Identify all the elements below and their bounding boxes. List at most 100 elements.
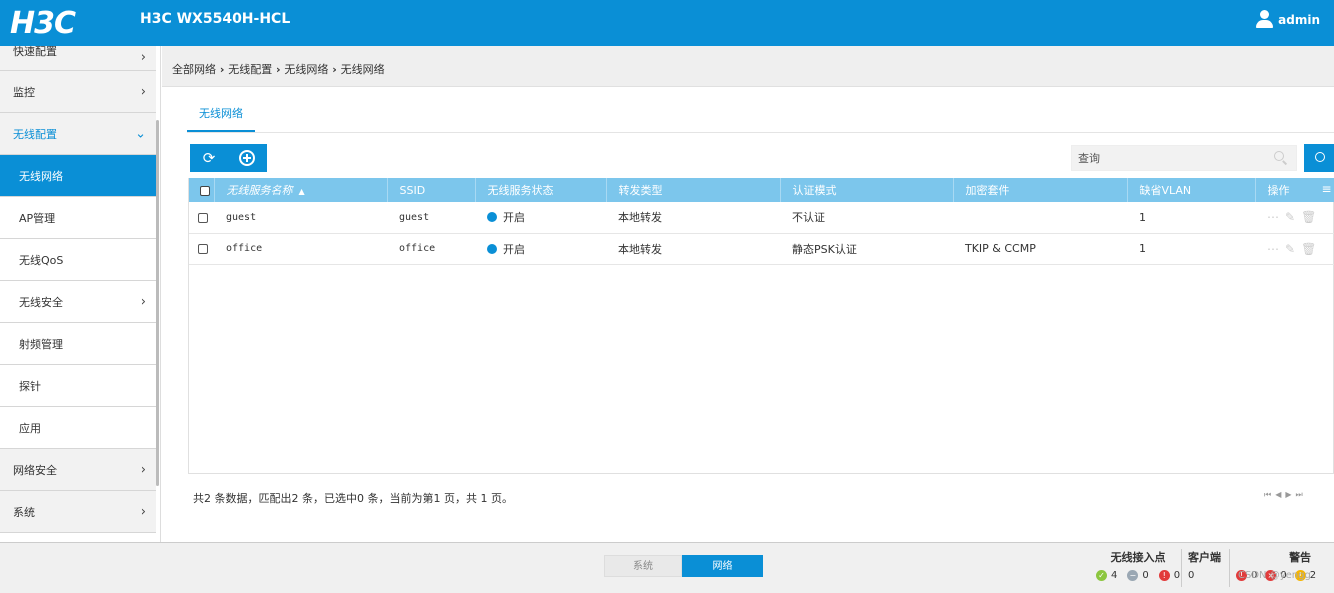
sidebar-item-wireless-config[interactable]: 无线配置 ⌄ xyxy=(0,113,156,155)
watermark: CSDN @yengg xyxy=(1238,570,1311,581)
chevron-right-icon: › xyxy=(140,84,146,99)
status-on-icon xyxy=(487,212,497,223)
more-icon[interactable]: ⋯ xyxy=(1267,210,1285,224)
tab-system-view[interactable]: 系统 xyxy=(604,555,682,577)
cell-auth-mode: 不认证 xyxy=(792,211,825,225)
breadcrumb-item[interactable]: 全部网络 xyxy=(172,63,216,76)
sidebar-item-wireless-qos[interactable]: 无线QoS xyxy=(0,239,156,281)
sidebar-item-wireless-security[interactable]: 无线安全 › xyxy=(0,281,156,323)
cell-forward-type: 本地转发 xyxy=(618,211,662,225)
last-page-icon[interactable]: ⏭ xyxy=(1296,490,1307,499)
chevron-right-icon: › xyxy=(140,50,146,65)
edit-icon[interactable]: ✎ xyxy=(1285,210,1301,224)
delete-icon[interactable]: 🗑 xyxy=(1301,210,1322,224)
sidebar-item-ap-management[interactable]: AP管理 xyxy=(0,197,156,239)
footer-divider xyxy=(1181,549,1182,587)
username: admin xyxy=(1278,13,1320,27)
cell-service-name: guest xyxy=(226,211,257,223)
refresh-icon: ⟳ xyxy=(202,149,216,167)
breadcrumb-current: 无线网络 xyxy=(340,63,385,76)
chevron-right-icon: › xyxy=(140,504,146,519)
ap-online-icon: ✓ xyxy=(1096,570,1107,581)
cell-status: 开启 xyxy=(475,233,606,264)
sidebar-item-wireless-network[interactable]: 无线网络 xyxy=(0,155,156,197)
column-settings-icon[interactable]: ≡ xyxy=(1321,182,1331,196)
table-row[interactable]: guest guest 开启 本地转发 不认证 1 ⋯✎🗑 xyxy=(189,202,1334,233)
alarm-stats-title: 警告 xyxy=(1289,551,1312,564)
table-summary: 共2 条数据，匹配出2 条，已选中0 条，当前为第1 页，共 1 页。 xyxy=(193,492,513,505)
ap-fault-icon: ! xyxy=(1158,570,1170,581)
add-icon xyxy=(239,150,255,166)
cell-ssid: office xyxy=(399,243,436,254)
breadcrumb-item[interactable]: 无线配置 xyxy=(228,63,272,76)
sort-asc-icon: ▲ xyxy=(298,187,305,196)
column-header-auth-mode[interactable]: 认证模式 xyxy=(780,178,954,202)
top-header: H3C H3C WX5540H-HCL admin xyxy=(0,0,1334,46)
search-icon[interactable] xyxy=(1274,151,1288,165)
tab-network-view[interactable]: 网络 xyxy=(682,555,763,577)
status-on-icon xyxy=(487,243,497,254)
column-header-cipher-suite[interactable]: 加密套件 xyxy=(953,178,1128,202)
h3c-logo: H3C xyxy=(10,6,76,41)
chevron-right-icon: › xyxy=(140,462,146,477)
sidebar-item-network-security[interactable]: 网络安全 › xyxy=(0,449,156,491)
select-all-checkbox[interactable] xyxy=(200,185,210,196)
cell-auth-mode: 静态PSK认证 xyxy=(792,242,857,256)
device-title: H3C WX5540H-HCL xyxy=(140,11,291,27)
tab-wireless-network[interactable]: 无线网络 xyxy=(187,93,255,133)
client-stats[interactable]: 客户端 0 xyxy=(1188,549,1221,581)
breadcrumb-item[interactable]: 无线网络 xyxy=(284,63,328,76)
chevron-right-icon: › xyxy=(140,294,146,309)
sidebar-item-system[interactable]: 系统 › xyxy=(0,491,156,533)
table-toolbar: ⟳ xyxy=(190,144,267,172)
sidebar-item-radio-management[interactable]: 射频管理 xyxy=(0,323,156,365)
user-menu[interactable]: admin xyxy=(1255,10,1320,30)
column-header-default-vlan[interactable]: 缺省VLAN xyxy=(1127,178,1256,202)
status-footer: 系统 网络 无线接入点 ✓ 4 −0 ! 0 客户端 0 警告 ! 0 × 0 ! 2 xyxy=(0,542,1334,593)
sidebar-item-monitor[interactable]: 监控 › xyxy=(0,71,156,113)
prev-page-icon[interactable]: ◀ xyxy=(1275,490,1285,499)
sidebar-item-application[interactable]: 应用 xyxy=(0,407,156,449)
row-checkbox[interactable] xyxy=(198,244,208,254)
add-button[interactable] xyxy=(228,144,266,172)
table-header-row: 无线服务名称 ▲ SSID 无线服务状态 转发类型 认证模式 加密套件 缺省VLA… xyxy=(189,178,1334,202)
advanced-search-button[interactable] xyxy=(1304,144,1334,172)
sidebar-item-quick-config[interactable]: 快速配置 › xyxy=(0,46,156,71)
column-header-ssid[interactable]: SSID xyxy=(387,178,476,202)
cell-default-vlan: 1 xyxy=(1139,210,1146,224)
ap-stats[interactable]: 无线接入点 ✓ 4 −0 ! 0 xyxy=(1096,549,1180,581)
view-switcher: 系统 网络 xyxy=(604,555,763,577)
breadcrumb: 全部网络 › 无线配置 › 无线网络 › 无线网络 xyxy=(172,63,385,76)
column-header-service-status[interactable]: 无线服务状态 xyxy=(475,178,607,202)
pagination: ⏮◀▶⏭ xyxy=(1264,490,1307,500)
cell-actions: ⋯✎🗑 xyxy=(1255,202,1334,233)
column-header-forward-type[interactable]: 转发类型 xyxy=(606,178,781,202)
column-header-service-name[interactable]: 无线服务名称 ▲ xyxy=(214,178,388,202)
client-stats-title: 客户端 xyxy=(1188,551,1221,564)
search-input[interactable] xyxy=(1072,146,1262,170)
cell-ssid: guest xyxy=(399,211,430,223)
refresh-button[interactable]: ⟳ xyxy=(190,144,228,172)
cell-cipher-suite: TKIP & CCMP xyxy=(965,242,1036,255)
sidebar-nav: 快速配置 › 监控 › 无线配置 ⌄ 无线网络 AP管理 无线QoS 无线安全 … xyxy=(0,46,161,542)
sidebar-item-probe[interactable]: 探针 xyxy=(0,365,156,407)
sidebar-scrollbar[interactable] xyxy=(156,120,159,486)
table-row[interactable]: office office 开启 本地转发 静态PSK认证 TKIP & CCM… xyxy=(189,233,1334,264)
cell-cipher-suite xyxy=(953,202,1127,233)
first-page-icon[interactable]: ⏮ xyxy=(1264,490,1275,499)
more-icon[interactable]: ⋯ xyxy=(1267,242,1285,256)
row-checkbox[interactable] xyxy=(198,212,208,223)
cell-status: 开启 xyxy=(475,202,606,233)
search-box xyxy=(1071,145,1297,171)
edit-icon[interactable]: ✎ xyxy=(1285,242,1301,256)
wireless-network-table: 无线服务名称 ▲ SSID 无线服务状态 转发类型 认证模式 加密套件 缺省VLA… xyxy=(188,178,1334,474)
next-page-icon[interactable]: ▶ xyxy=(1285,490,1295,499)
column-header-actions: 操作 ≡ xyxy=(1255,178,1334,202)
ap-stats-title: 无线接入点 xyxy=(1110,551,1166,564)
breadcrumb-bar: 全部网络 › 无线配置 › 无线网络 › 无线网络 xyxy=(162,46,1334,87)
cell-forward-type: 本地转发 xyxy=(618,242,662,256)
ap-offline-icon: − xyxy=(1127,570,1139,581)
cell-actions: ⋯✎🗑 xyxy=(1255,233,1334,264)
delete-icon[interactable]: 🗑 xyxy=(1301,242,1322,256)
footer-divider xyxy=(1229,549,1230,587)
